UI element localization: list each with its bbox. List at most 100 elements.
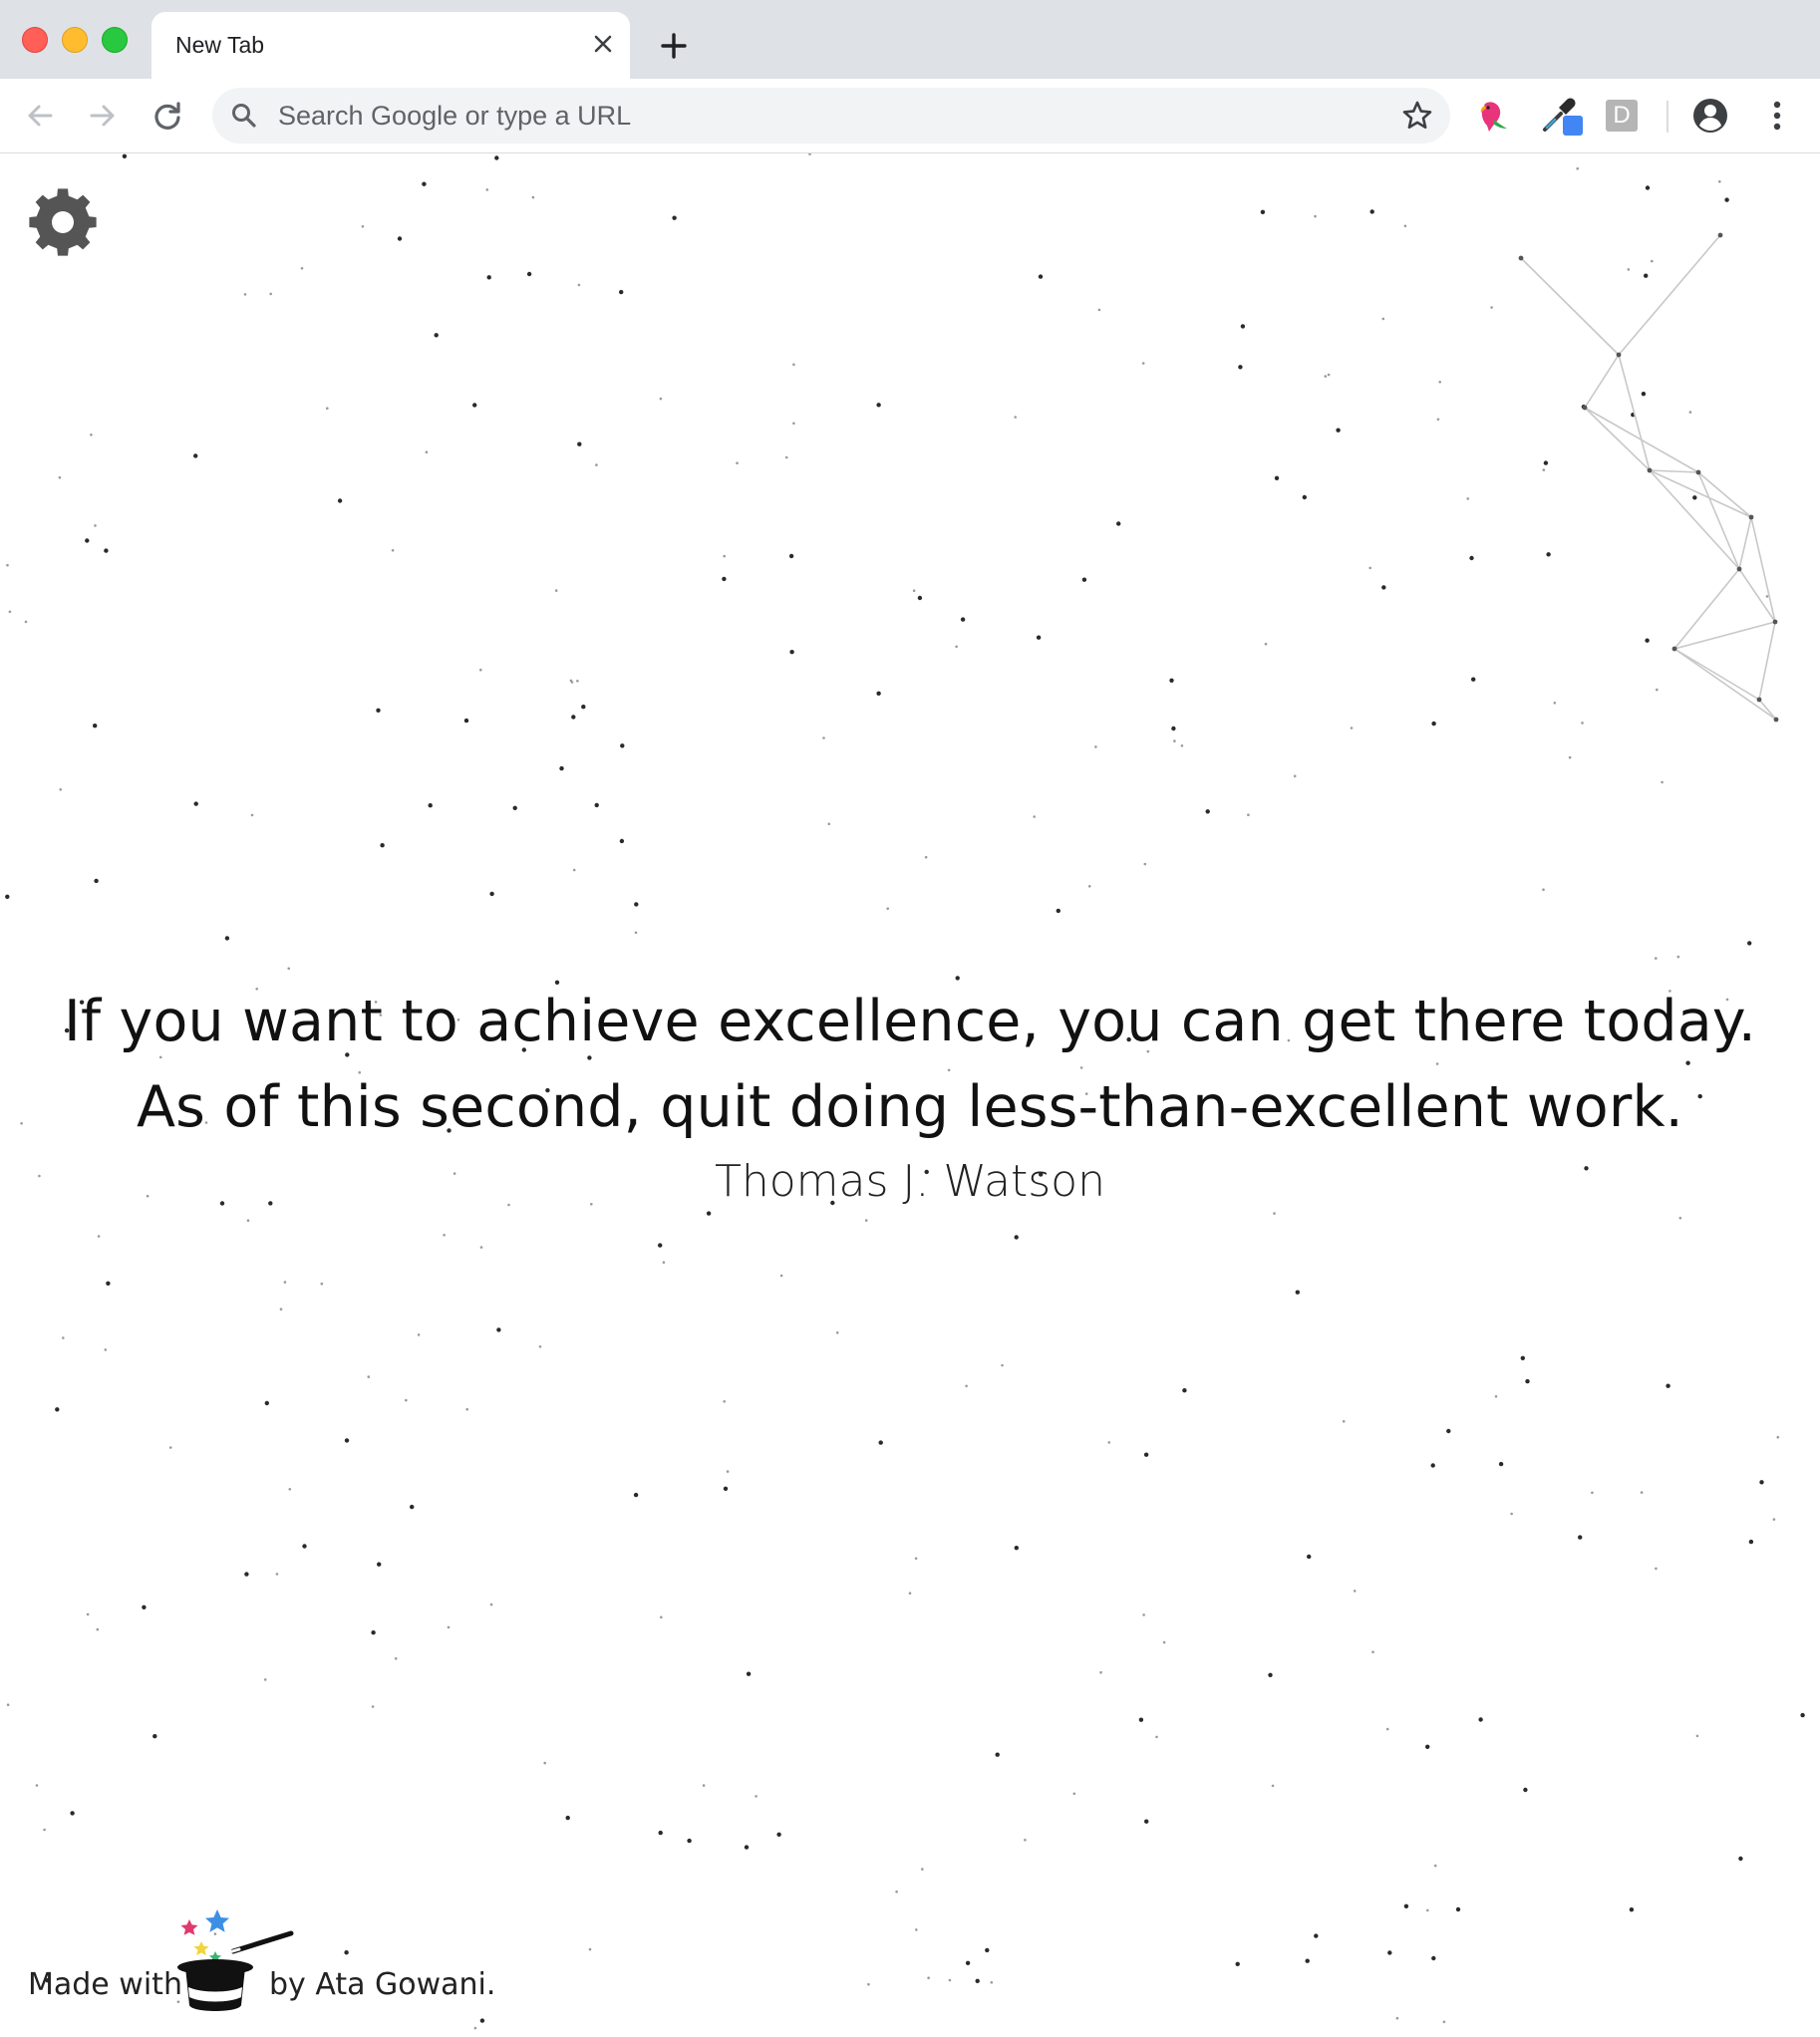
star-dot	[1576, 166, 1579, 170]
star-dot	[380, 843, 385, 848]
back-button[interactable]	[19, 95, 61, 137]
star-dot	[1142, 1613, 1145, 1616]
tab-new-tab[interactable]: New Tab	[152, 12, 630, 79]
star-dot	[1431, 1955, 1436, 1961]
star-dot	[876, 691, 881, 696]
star-dot	[263, 1678, 267, 1681]
star-dot	[908, 1592, 912, 1595]
star-dot	[662, 1261, 666, 1264]
star-dot	[1038, 274, 1044, 279]
star-dot	[1656, 688, 1659, 692]
d-extension-button[interactable]: D	[1600, 94, 1644, 138]
star-dot	[572, 868, 576, 872]
star-dot	[193, 801, 198, 806]
star-dot	[565, 1815, 570, 1821]
new-tab-button[interactable]	[654, 26, 694, 66]
star-dot	[243, 293, 247, 296]
star-dot	[244, 1572, 249, 1577]
star-dot	[1014, 1235, 1019, 1240]
star-dot	[104, 548, 109, 553]
star-dot	[1293, 774, 1297, 778]
star-dot	[1645, 638, 1650, 643]
window-maximize-button[interactable]	[102, 27, 128, 53]
star-dot	[1268, 1672, 1273, 1678]
star-dot	[1314, 1933, 1319, 1938]
star-dot	[895, 1890, 898, 1893]
star-dot	[1336, 428, 1341, 433]
star-dot	[371, 1630, 376, 1635]
star-dot	[723, 1486, 729, 1492]
star-dot	[1368, 566, 1371, 570]
star-dot	[702, 1784, 706, 1787]
star-dot	[1097, 308, 1101, 312]
star-dot	[264, 1400, 269, 1406]
star-dot	[326, 407, 329, 410]
star-dot	[397, 236, 403, 241]
parrot-extension-icon	[1480, 102, 1507, 132]
star-dot	[722, 576, 727, 582]
omnibox[interactable]	[212, 88, 1450, 144]
star-dot	[425, 450, 429, 454]
color-picker-extension-button[interactable]	[1541, 94, 1585, 138]
star-dot	[965, 1384, 968, 1388]
star-dot	[1433, 1864, 1437, 1868]
search-icon	[232, 104, 256, 128]
star-dot	[1350, 727, 1354, 729]
star-dot	[1627, 268, 1631, 271]
d-extension-letter: D	[1613, 102, 1631, 129]
settings-button[interactable]	[26, 185, 100, 259]
star-dot	[1581, 722, 1584, 725]
window-minimize-button[interactable]	[62, 27, 88, 53]
window-close-button[interactable]	[22, 27, 48, 53]
star-dot	[417, 1333, 421, 1336]
star-dot	[361, 225, 365, 228]
reload-button[interactable]	[147, 95, 188, 137]
star-dot	[1385, 1727, 1389, 1731]
constellation-node	[1717, 232, 1723, 238]
star-dot	[24, 620, 28, 624]
browser-menu-button[interactable]	[1755, 94, 1799, 138]
star-dot	[1772, 1518, 1776, 1521]
star-dot	[93, 724, 98, 728]
forward-button[interactable]	[82, 95, 124, 137]
omnibox-input[interactable]	[278, 88, 1355, 144]
star-dot	[367, 1375, 371, 1378]
star-dot	[1371, 1650, 1374, 1653]
star-dot	[1738, 1856, 1743, 1862]
tab-close-button[interactable]	[588, 29, 618, 59]
star-dot	[1014, 416, 1017, 419]
constellation-line	[1520, 257, 1620, 356]
more-vertical-icon	[1773, 101, 1781, 131]
profile-button[interactable]	[1688, 94, 1732, 138]
star-dot	[1381, 317, 1385, 321]
star-dot	[917, 595, 923, 601]
star-dot	[1305, 1958, 1310, 1963]
star-dot	[595, 463, 598, 466]
star-dot	[1403, 224, 1407, 228]
star-dot	[486, 275, 491, 280]
constellation-line	[1673, 621, 1776, 650]
star-dot	[1155, 1735, 1158, 1739]
account-circle-icon	[1693, 99, 1727, 133]
star-dot	[1087, 885, 1091, 888]
star-dot	[1471, 677, 1476, 682]
star-dot	[543, 1761, 546, 1765]
star-dot	[1324, 375, 1328, 378]
star-dot	[927, 1976, 930, 1979]
star-dot	[687, 1838, 692, 1844]
star-dot	[479, 2018, 485, 2023]
star-dot	[1695, 1734, 1699, 1738]
parrot-extension-button[interactable]	[1471, 94, 1515, 138]
star-dot	[288, 1488, 292, 1491]
star-dot	[1307, 1554, 1312, 1560]
star-dot	[1162, 1640, 1166, 1644]
star-dot	[1141, 362, 1145, 365]
star-dot	[85, 538, 90, 543]
star-dot	[1180, 744, 1184, 747]
star-dot	[867, 1982, 870, 1986]
star-dot	[577, 283, 581, 287]
star-dot	[965, 1960, 971, 1966]
gear-hole	[52, 211, 74, 233]
bookmark-button[interactable]	[1400, 99, 1434, 133]
toolbar-separator	[1667, 101, 1668, 133]
